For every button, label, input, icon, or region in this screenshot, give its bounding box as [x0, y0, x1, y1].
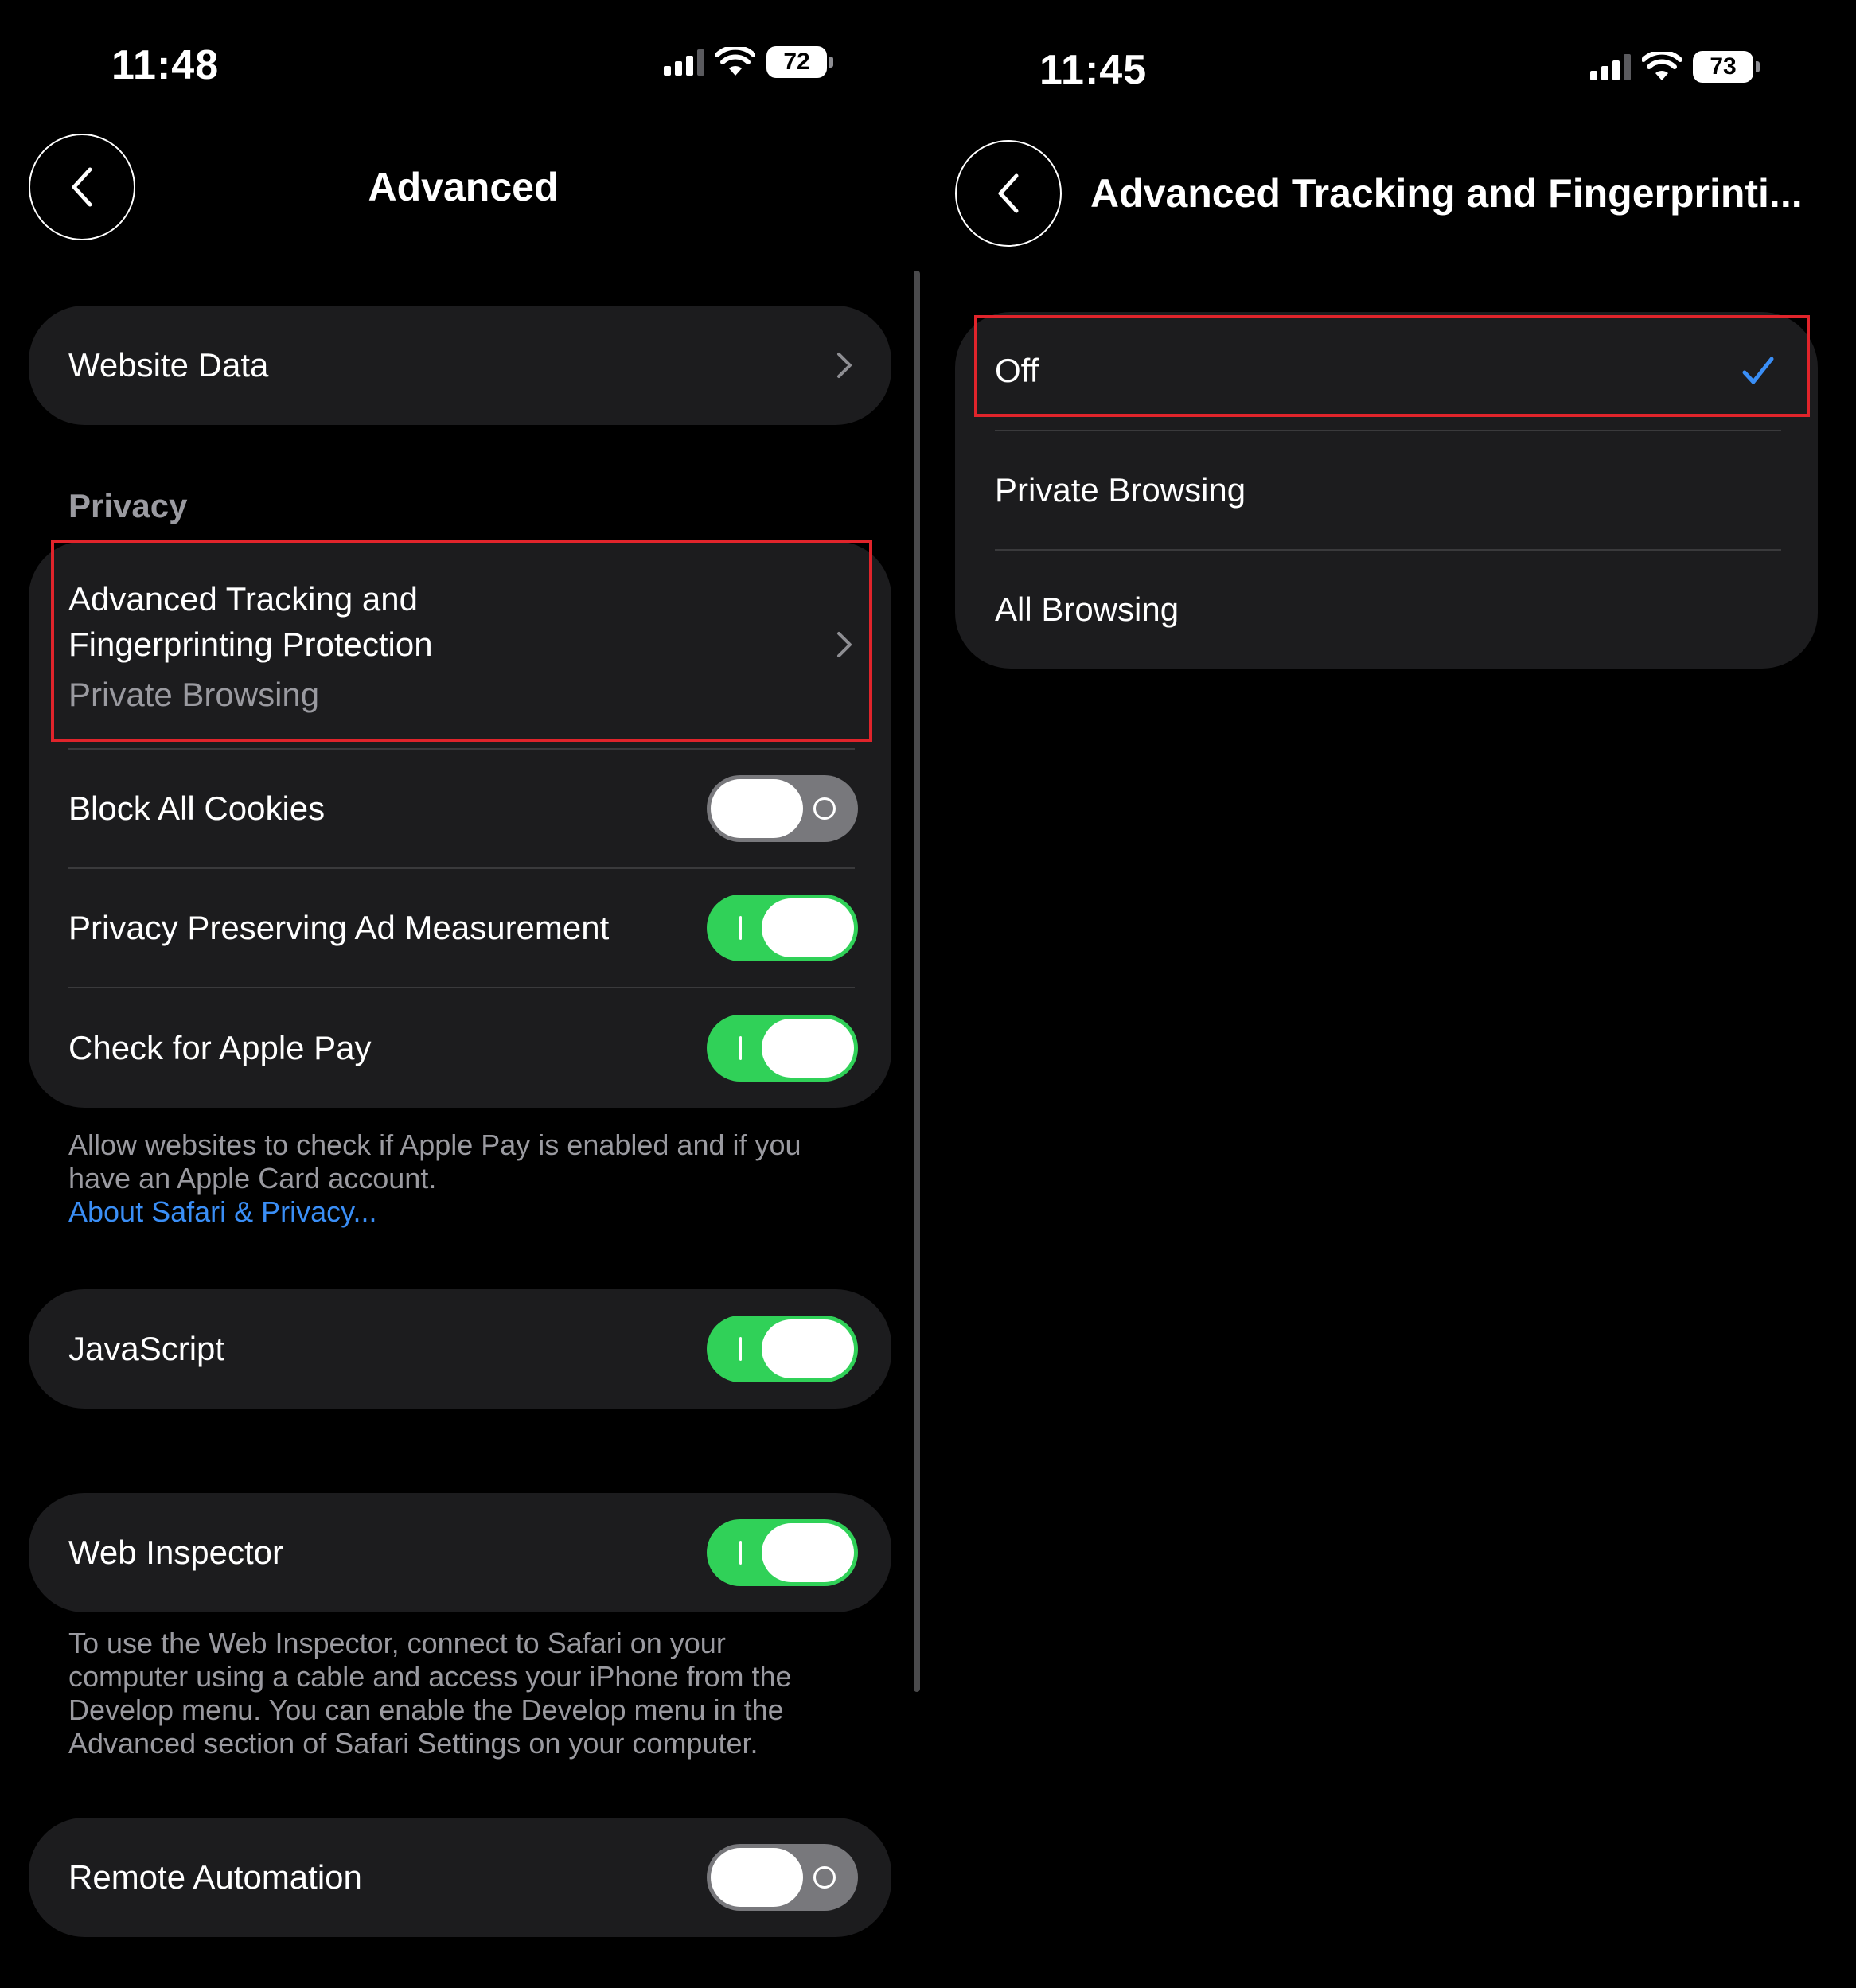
option-all-browsing-label: All Browsing [995, 591, 1179, 628]
tracking-protection-row[interactable]: Advanced Tracking and Fingerprinting Pro… [29, 541, 891, 748]
chevron-right-icon [837, 353, 852, 378]
web-inspector-label: Web Inspector [68, 1534, 284, 1571]
website-data-label: Website Data [68, 346, 269, 384]
signal-icon [664, 49, 704, 76]
protection-options-group: Off Private Browsing All Browsing [955, 312, 1818, 669]
right-screen: 11:45 73 Advanced Tracking and Fingerpri… [926, 0, 1856, 1988]
apple-pay-footnote-line2: have an Apple Card account. [68, 1162, 437, 1195]
web-inspector-footnote-line2: computer using a cable and access your i… [68, 1660, 792, 1693]
signal-icon [1590, 53, 1631, 80]
block-cookies-row: Block All Cookies [29, 750, 891, 867]
status-icons: 72 [664, 46, 833, 78]
status-icons: 73 [1590, 51, 1760, 83]
apple-pay-label: Check for Apple Pay [68, 1029, 372, 1066]
web-inspector-toggle[interactable] [707, 1519, 858, 1586]
web-inspector-footnote-line4: Advanced section of Safari Settings on y… [68, 1727, 758, 1760]
option-private-browsing[interactable]: Private Browsing [955, 431, 1818, 549]
javascript-label: JavaScript [68, 1330, 225, 1367]
apple-pay-footnote: Allow websites to check if Apple Pay is … [68, 1128, 896, 1229]
battery-icon: 73 [1693, 51, 1760, 83]
remote-automation-row: Remote Automation [29, 1818, 891, 1937]
remote-automation-toggle[interactable] [707, 1844, 858, 1911]
chevron-right-icon [837, 632, 852, 657]
web-inspector-footnote-line3: Develop menu. You can enable the Develop… [68, 1694, 784, 1726]
back-button[interactable] [955, 140, 1062, 247]
website-data-row[interactable]: Website Data [29, 306, 891, 425]
javascript-toggle[interactable] [707, 1316, 858, 1382]
web-inspector-group: Web Inspector [29, 1493, 891, 1612]
block-cookies-toggle[interactable] [707, 775, 858, 842]
remote-automation-label: Remote Automation [68, 1858, 362, 1896]
scrollbar[interactable] [914, 271, 920, 1692]
web-inspector-footnote-line1: To use the Web Inspector, connect to Saf… [68, 1627, 726, 1659]
wifi-icon [1642, 52, 1682, 80]
option-off-label: Off [995, 352, 1039, 389]
apple-pay-row: Check for Apple Pay [29, 988, 891, 1108]
website-data-group: Website Data [29, 306, 891, 425]
page-title: Advanced [368, 165, 559, 209]
option-all-browsing[interactable]: All Browsing [955, 551, 1818, 669]
privacy-group: Advanced Tracking and Fingerprinting Pro… [29, 541, 891, 1108]
status-time: 11:48 [111, 42, 220, 88]
option-off[interactable]: Off [955, 312, 1818, 430]
web-inspector-row: Web Inspector [29, 1493, 891, 1612]
javascript-row: JavaScript [29, 1289, 891, 1409]
ad-measurement-toggle[interactable] [707, 895, 858, 961]
web-inspector-footnote: To use the Web Inspector, connect to Saf… [68, 1627, 896, 1760]
apple-pay-toggle[interactable] [707, 1015, 858, 1082]
option-private-browsing-label: Private Browsing [995, 471, 1246, 509]
apple-pay-footnote-line1: Allow websites to check if Apple Pay is … [68, 1128, 801, 1161]
tracking-title-line2: Fingerprinting Protection [68, 626, 433, 663]
ad-measurement-row: Privacy Preserving Ad Measurement [29, 869, 891, 987]
tracking-title-line1: Advanced Tracking and [68, 580, 418, 618]
chevron-left-icon [998, 173, 1019, 213]
remote-automation-group: Remote Automation [29, 1818, 891, 1937]
tracking-value: Private Browsing [68, 676, 320, 713]
block-cookies-label: Block All Cookies [68, 789, 326, 827]
wifi-icon [715, 47, 755, 76]
checkmark-icon [1742, 357, 1774, 384]
javascript-group: JavaScript [29, 1289, 891, 1409]
privacy-section-header: Privacy [68, 487, 188, 524]
left-screen: 11:48 72 Advanced Website Data Privacy A… [0, 0, 926, 1988]
ad-measurement-label: Privacy Preserving Ad Measurement [68, 909, 610, 946]
page-title: Advanced Tracking and Fingerprinti... [1090, 171, 1803, 216]
status-time: 11:45 [1039, 47, 1148, 93]
battery-icon: 72 [766, 46, 833, 78]
about-safari-privacy-link[interactable]: About Safari & Privacy... [68, 1195, 896, 1229]
